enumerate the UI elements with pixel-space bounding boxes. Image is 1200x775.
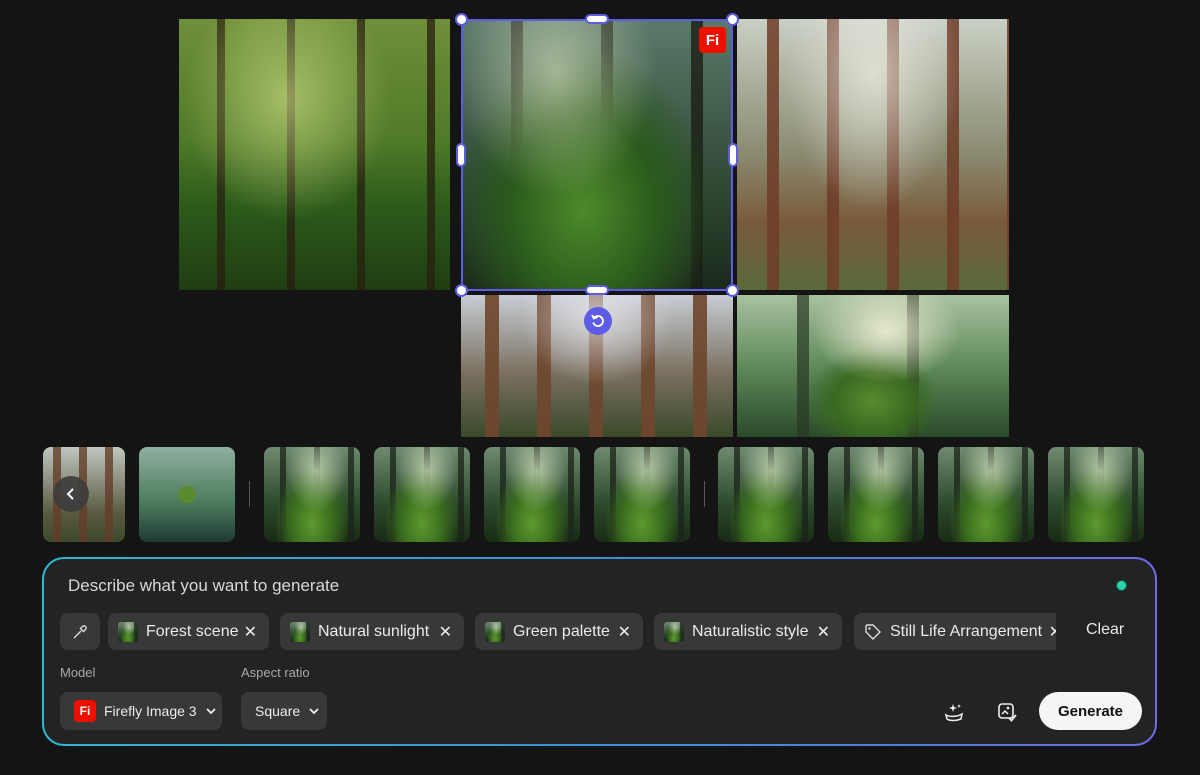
filmstrip-thumbnail[interactable] bbox=[718, 447, 814, 542]
resize-handle-top-left[interactable] bbox=[455, 13, 468, 26]
chip-thumbnail bbox=[118, 621, 138, 642]
firefly-logo-icon: Fi bbox=[74, 700, 96, 722]
chevron-down-icon bbox=[309, 708, 319, 715]
chip-label: Forest scene bbox=[146, 622, 239, 640]
aspect-ratio-label: Aspect ratio bbox=[241, 665, 310, 680]
rotate-handle[interactable] bbox=[584, 307, 612, 335]
filmstrip-separator bbox=[704, 481, 705, 507]
filmstrip-separator bbox=[249, 481, 250, 507]
chip-label: Green palette bbox=[513, 622, 610, 640]
filmstrip-thumbnail[interactable] bbox=[828, 447, 924, 542]
filmstrip-thumbnail[interactable] bbox=[264, 447, 360, 542]
chip-natural-sunlight[interactable]: Natural sunlight ✕ bbox=[280, 613, 464, 650]
model-dropdown[interactable]: Fi Firefly Image 3 bbox=[60, 692, 222, 730]
filmstrip-thumbnail[interactable] bbox=[1048, 447, 1144, 542]
model-label: Model bbox=[60, 665, 96, 680]
filmstrip-thumbnail[interactable] bbox=[139, 447, 235, 542]
resize-handle-right[interactable] bbox=[728, 143, 738, 167]
style-effects-button[interactable] bbox=[939, 697, 969, 727]
eyedropper-button[interactable] bbox=[60, 613, 100, 650]
chip-forest-scene[interactable]: Forest scene ✕ bbox=[108, 613, 269, 650]
close-icon[interactable]: ✕ bbox=[244, 622, 257, 642]
resize-handle-left[interactable] bbox=[456, 143, 466, 167]
tag-icon bbox=[865, 623, 881, 640]
close-icon[interactable]: ✕ bbox=[1049, 622, 1056, 642]
chip-label: Natural sunlight bbox=[318, 622, 430, 640]
filmstrip-thumbnail[interactable] bbox=[484, 447, 580, 542]
resize-handle-bottom-left[interactable] bbox=[455, 284, 468, 297]
aspect-ratio-dropdown[interactable]: Square bbox=[241, 692, 327, 730]
close-icon[interactable]: ✕ bbox=[439, 622, 452, 642]
chip-naturalistic-style[interactable]: Naturalistic style ✕ bbox=[654, 613, 842, 650]
magic-wand-icon bbox=[944, 704, 964, 722]
status-dot bbox=[1116, 580, 1127, 591]
resize-handle-bottom[interactable] bbox=[585, 285, 609, 295]
forest-image-top-right[interactable] bbox=[737, 19, 1009, 290]
filmstrip-thumbnail[interactable] bbox=[374, 447, 470, 542]
filmstrip-thumbnail[interactable] bbox=[594, 447, 690, 542]
content-credentials-button[interactable] bbox=[992, 697, 1022, 727]
filmstrip-thumbnail[interactable] bbox=[938, 447, 1034, 542]
forest-image-top-left[interactable] bbox=[179, 19, 450, 290]
prompt-panel: Describe what you want to generate Fores… bbox=[42, 557, 1157, 746]
chip-label: Naturalistic style bbox=[692, 622, 809, 640]
resize-handle-top[interactable] bbox=[585, 14, 609, 24]
chip-green-palette[interactable]: Green palette ✕ bbox=[475, 613, 643, 650]
chevron-down-icon bbox=[205, 708, 216, 715]
chip-thumbnail bbox=[485, 621, 505, 642]
firefly-badge: Fi bbox=[699, 27, 726, 53]
model-value: Firefly Image 3 bbox=[104, 703, 197, 719]
chip-thumbnail bbox=[664, 621, 684, 642]
chip-label: Still Life Arrangement bbox=[890, 622, 1043, 640]
filmstrip-prev-button[interactable] bbox=[53, 476, 89, 512]
selection-frame[interactable] bbox=[461, 19, 733, 291]
image-check-icon bbox=[998, 703, 1017, 722]
prompt-input[interactable]: Describe what you want to generate bbox=[68, 576, 339, 596]
chevron-left-icon bbox=[66, 488, 74, 500]
resize-handle-top-right[interactable] bbox=[726, 13, 739, 26]
close-icon[interactable]: ✕ bbox=[817, 622, 830, 642]
chip-still-life-arrangement[interactable]: Still Life Arrangement ✕ bbox=[854, 613, 1056, 650]
clear-button[interactable]: Clear bbox=[1086, 621, 1124, 639]
aspect-ratio-value: Square bbox=[255, 703, 301, 719]
forest-image-bottom-right[interactable] bbox=[737, 295, 1009, 437]
rotate-icon bbox=[591, 314, 604, 327]
generate-button[interactable]: Generate bbox=[1039, 692, 1142, 730]
eyedropper-icon bbox=[73, 624, 87, 638]
chip-thumbnail bbox=[290, 621, 310, 642]
close-icon[interactable]: ✕ bbox=[618, 622, 631, 642]
resize-handle-bottom-right[interactable] bbox=[726, 284, 739, 297]
style-chip-row: Forest scene ✕ Natural sunlight ✕ Green … bbox=[58, 612, 1056, 652]
